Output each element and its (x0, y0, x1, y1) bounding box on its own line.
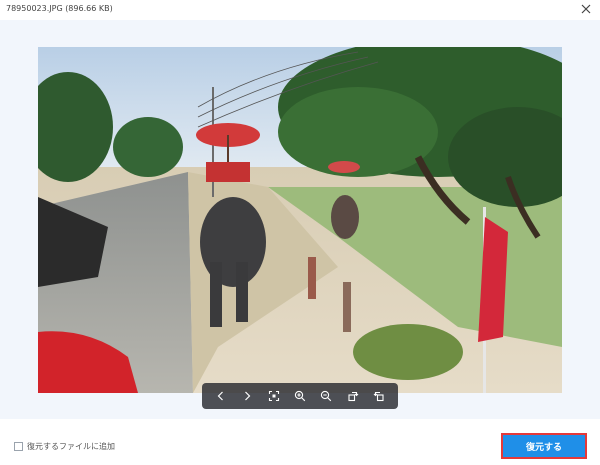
rotate-right-icon (373, 391, 384, 402)
fit-to-window-icon (268, 390, 279, 402)
zoom-in-button[interactable] (291, 387, 309, 405)
rotate-left-icon (347, 391, 358, 402)
image-toolbar (202, 383, 398, 409)
previous-button[interactable] (212, 387, 230, 405)
add-to-restore-label: 復元するファイルに追加 (27, 442, 115, 451)
add-to-restore-checkbox[interactable] (14, 442, 23, 451)
zoom-out-icon (321, 390, 332, 402)
rotate-left-button[interactable] (344, 387, 362, 405)
zoom-in-icon (294, 390, 306, 402)
rotate-right-button[interactable] (370, 387, 388, 405)
preview-area (0, 20, 600, 419)
window-title: 78950023.JPG (896.66 KB) (6, 4, 113, 13)
restore-button[interactable]: 復元する (501, 433, 587, 459)
next-icon (245, 391, 251, 401)
close-icon (581, 4, 591, 14)
fit-to-window-button[interactable] (265, 387, 283, 405)
zoom-out-button[interactable] (317, 387, 335, 405)
previous-icon (217, 391, 224, 401)
footer-bar: 復元するファイルに追加 復元する (0, 419, 600, 465)
title-bar: 78950023.JPG (896.66 KB) (0, 0, 600, 20)
next-button[interactable] (238, 387, 256, 405)
close-button[interactable] (578, 1, 594, 17)
preview-image (38, 47, 562, 393)
